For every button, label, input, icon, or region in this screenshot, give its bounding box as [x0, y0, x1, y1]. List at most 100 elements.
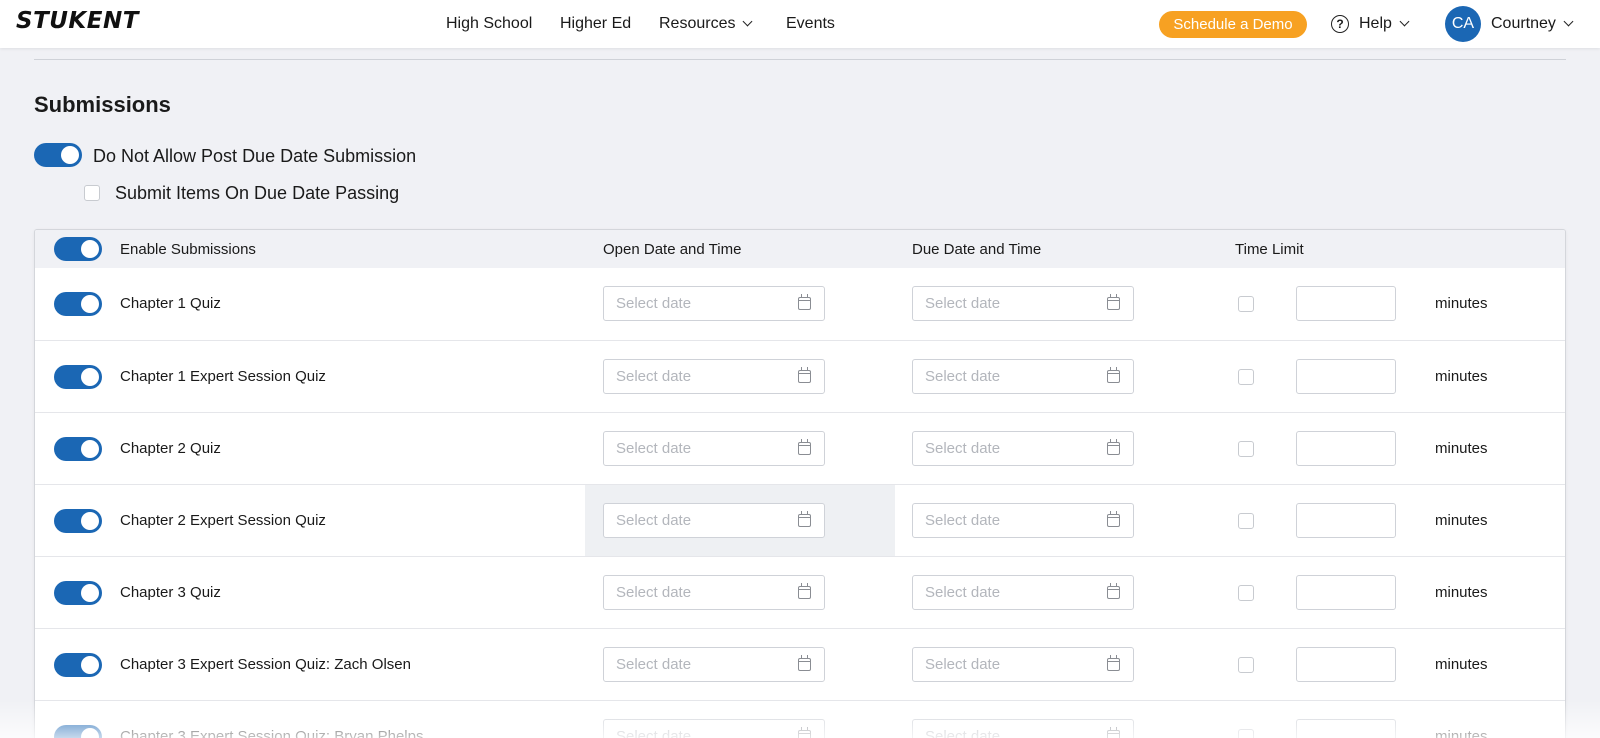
due-date-input[interactable]: Select date [912, 719, 1134, 738]
time-limit-checkbox[interactable] [1238, 441, 1254, 457]
minutes-label: minutes [1435, 656, 1488, 673]
date-placeholder: Select date [616, 584, 692, 601]
time-limit-input[interactable] [1296, 503, 1396, 538]
row-name: Chapter 1 Expert Session Quiz [120, 368, 326, 385]
calendar-icon [1107, 727, 1120, 738]
open-date-input[interactable]: Select date [603, 575, 825, 610]
section-divider [34, 59, 1566, 60]
open-date-input[interactable]: Select date [603, 503, 825, 538]
table-row: Chapter 3 Expert Session Quiz: Zach Olse… [35, 628, 1565, 700]
minutes-label: minutes [1435, 512, 1488, 529]
time-limit-input[interactable] [1296, 359, 1396, 394]
date-placeholder: Select date [925, 728, 1001, 738]
chevron-down-icon [1399, 16, 1410, 27]
row-enable-toggle[interactable] [54, 437, 102, 461]
calendar-icon [798, 583, 811, 599]
row-enable-toggle[interactable] [54, 509, 102, 533]
header-time-limit: Time Limit [1235, 241, 1304, 258]
header-due-date: Due Date and Time [912, 241, 1042, 258]
header-open-date: Open Date and Time [603, 241, 742, 258]
time-limit-input[interactable] [1296, 647, 1396, 682]
row-name: Chapter 3 Expert Session Quiz: Bryan Phe… [120, 728, 424, 738]
time-limit-checkbox[interactable] [1238, 585, 1254, 601]
enable-all-toggle[interactable] [54, 237, 102, 261]
minutes-label: minutes [1435, 728, 1488, 738]
calendar-icon [1107, 439, 1120, 455]
table-row: Chapter 3 Quiz Select date Select date m… [35, 556, 1565, 628]
stukent-logo[interactable]: STUKENT [16, 8, 139, 34]
nav-resources-label: Resources [659, 15, 736, 32]
user-menu[interactable]: Courtney [1491, 15, 1574, 33]
table-header: Enable Submissions Open Date and Time Du… [35, 230, 1565, 268]
date-placeholder: Select date [616, 295, 692, 312]
due-date-input[interactable]: Select date [912, 503, 1134, 538]
date-placeholder: Select date [616, 440, 692, 457]
time-limit-input[interactable] [1296, 431, 1396, 466]
open-date-input[interactable]: Select date [603, 286, 825, 321]
time-limit-checkbox[interactable] [1238, 369, 1254, 385]
header-enable-submissions: Enable Submissions [120, 241, 256, 258]
nav-events[interactable]: Events [786, 15, 835, 33]
row-name: Chapter 2 Quiz [120, 440, 221, 457]
nav-resources[interactable]: Resources [659, 15, 753, 33]
submissions-table: Enable Submissions Open Date and Time Du… [34, 229, 1566, 738]
help-menu[interactable]: Help [1359, 15, 1410, 33]
help-icon[interactable]: ? [1331, 15, 1349, 33]
nav-high-school[interactable]: High School [446, 15, 532, 33]
due-date-input[interactable]: Select date [912, 431, 1134, 466]
nav-higher-ed[interactable]: Higher Ed [560, 15, 631, 33]
time-limit-checkbox[interactable] [1238, 729, 1254, 738]
calendar-icon [1107, 294, 1120, 310]
submit-on-due-checkbox[interactable] [84, 185, 100, 201]
row-enable-toggle[interactable] [54, 725, 102, 738]
due-date-input[interactable]: Select date [912, 359, 1134, 394]
date-placeholder: Select date [616, 512, 692, 529]
row-enable-toggle[interactable] [54, 581, 102, 605]
date-placeholder: Select date [925, 584, 1001, 601]
calendar-icon [798, 655, 811, 671]
minutes-label: minutes [1435, 584, 1488, 601]
open-date-input[interactable]: Select date [603, 647, 825, 682]
page-title: Submissions [34, 92, 171, 117]
open-date-input[interactable]: Select date [603, 359, 825, 394]
due-date-input[interactable]: Select date [912, 575, 1134, 610]
submit-on-due-label: Submit Items On Due Date Passing [115, 183, 400, 203]
calendar-icon [798, 367, 811, 383]
post-due-date-toggle[interactable] [34, 143, 82, 167]
calendar-icon [1107, 511, 1120, 527]
calendar-icon [798, 439, 811, 455]
time-limit-checkbox[interactable] [1238, 513, 1254, 529]
time-limit-input[interactable] [1296, 286, 1396, 321]
time-limit-checkbox[interactable] [1238, 296, 1254, 312]
date-placeholder: Select date [616, 656, 692, 673]
table-row: Chapter 1 Expert Session Quiz Select dat… [35, 340, 1565, 412]
table-row: Chapter 3 Expert Session Quiz: Bryan Phe… [35, 700, 1565, 738]
row-enable-toggle[interactable] [54, 365, 102, 389]
row-name: Chapter 1 Quiz [120, 295, 221, 312]
post-due-date-label: Do Not Allow Post Due Date Submission [93, 146, 417, 166]
calendar-icon [1107, 655, 1120, 671]
time-limit-input[interactable] [1296, 719, 1396, 738]
minutes-label: minutes [1435, 368, 1488, 385]
row-enable-toggle[interactable] [54, 292, 102, 316]
due-date-input[interactable]: Select date [912, 286, 1134, 321]
schedule-demo-button[interactable]: Schedule a Demo [1159, 11, 1307, 38]
date-placeholder: Select date [925, 368, 1001, 385]
chevron-down-icon [1563, 16, 1574, 27]
calendar-icon [1107, 367, 1120, 383]
open-date-input[interactable]: Select date [603, 431, 825, 466]
date-placeholder: Select date [925, 512, 1001, 529]
time-limit-input[interactable] [1296, 575, 1396, 610]
row-name: Chapter 3 Expert Session Quiz: Zach Olse… [120, 656, 411, 673]
date-placeholder: Select date [616, 728, 692, 738]
time-limit-checkbox[interactable] [1238, 657, 1254, 673]
calendar-icon [798, 511, 811, 527]
row-name: Chapter 3 Quiz [120, 584, 221, 601]
date-placeholder: Select date [616, 368, 692, 385]
top-nav-bar: STUKENT High School Higher Ed Resources … [0, 0, 1600, 48]
avatar[interactable]: CA [1445, 6, 1481, 42]
open-date-input[interactable]: Select date [603, 719, 825, 738]
due-date-input[interactable]: Select date [912, 647, 1134, 682]
date-placeholder: Select date [925, 440, 1001, 457]
row-enable-toggle[interactable] [54, 653, 102, 677]
